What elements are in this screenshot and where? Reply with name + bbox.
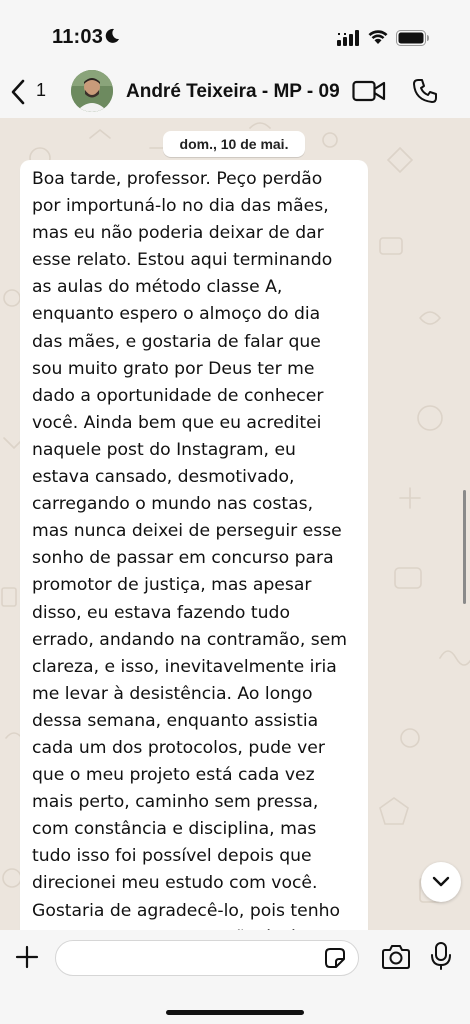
message-line: mas eu não poderia deixar de dar xyxy=(32,223,324,244)
moon-icon xyxy=(105,28,119,43)
message-line: enquanto espero o almoço do dia xyxy=(32,304,321,325)
scroll-down-button[interactable] xyxy=(421,862,461,902)
chat-header: 1 André Teixeira - MP - 09 xyxy=(0,62,470,122)
message-line: carregando o mundo nas costas, xyxy=(32,494,314,515)
message-line: naquele post do Instagram, eu xyxy=(32,439,296,460)
status-time: 11:03 xyxy=(52,26,104,48)
message-line: com constância e disciplina, mas xyxy=(32,819,317,840)
status-bar: 11:03 xyxy=(0,0,470,62)
home-indicator xyxy=(166,1010,304,1015)
message-line: Boa tarde, professor. Peço perdão xyxy=(32,169,323,189)
message-line: disso, eu estava fazendo tudo xyxy=(32,602,290,623)
message-line: você. Ainda bem que eu acreditei xyxy=(32,412,322,433)
battery-icon xyxy=(396,30,429,46)
plus-icon[interactable] xyxy=(14,944,40,970)
chevron-left-icon xyxy=(11,79,25,105)
message-line: que o meu projeto está cada vez xyxy=(32,765,315,786)
microphone-icon[interactable] xyxy=(430,941,452,971)
phone-icon[interactable] xyxy=(412,78,438,104)
message-bubble[interactable]: Boa tarde, professor. Peço perdão por imp… xyxy=(20,160,368,940)
sticker-icon[interactable] xyxy=(324,947,346,969)
unread-count: 1 xyxy=(36,80,47,100)
scroll-indicator[interactable] xyxy=(463,490,466,604)
message-line: mais perto, caminho sem pressa, xyxy=(32,792,319,813)
back-button[interactable]: 1 xyxy=(8,76,48,108)
chevron-down-icon xyxy=(432,876,450,887)
message-line: clareza, e isso, inevitavelmente iria xyxy=(32,656,337,677)
avatar[interactable] xyxy=(71,70,113,112)
message-line: sou muito grato por Deus ter me xyxy=(32,358,315,379)
message-line: as aulas do método classe A, xyxy=(32,277,283,298)
message-line: esse relato. Estou aqui terminando xyxy=(32,250,333,271)
message-text: Boa tarde, professor. Peço perdão por imp… xyxy=(32,166,362,940)
avatar-photo xyxy=(71,70,113,112)
message-line: mas nunca deixei de perseguir esse xyxy=(32,521,342,542)
message-line: Gostaria de agradecê-lo, pois tenho xyxy=(32,900,341,921)
camera-icon[interactable] xyxy=(381,944,411,970)
message-line: dessa semana, enquanto assistia xyxy=(32,710,319,731)
input-bar xyxy=(0,930,470,1024)
message-line: promotor de justiça, mas apesar xyxy=(32,575,312,596)
message-line: estava cansado, desmotivado, xyxy=(32,467,295,488)
message-input[interactable] xyxy=(55,940,359,976)
message-line: sonho de passar em concurso para xyxy=(32,548,334,569)
video-camera-icon[interactable] xyxy=(352,79,386,103)
message-line: das mães, e gostaria de falar que xyxy=(32,331,321,352)
message-line: direcionei meu estudo com você. xyxy=(32,873,318,894)
contact-name[interactable]: André Teixeira - MP - 09 xyxy=(126,81,340,103)
cellular-signal-icon xyxy=(337,30,359,46)
message-line: dado a oportunidade de conhecer xyxy=(32,385,324,406)
message-line: por importuná-lo no dia das mães, xyxy=(32,196,329,217)
date-separator: dom., 10 de mai. xyxy=(163,131,305,157)
message-line: cada um dos protocolos, pude ver xyxy=(32,737,325,758)
message-line: tudo isso foi possível depois que xyxy=(32,846,312,867)
message-line: me levar à desistência. Ao longo xyxy=(32,683,313,704)
wifi-icon xyxy=(368,30,388,44)
message-line: errado, andando na contramão, sem xyxy=(32,629,348,650)
